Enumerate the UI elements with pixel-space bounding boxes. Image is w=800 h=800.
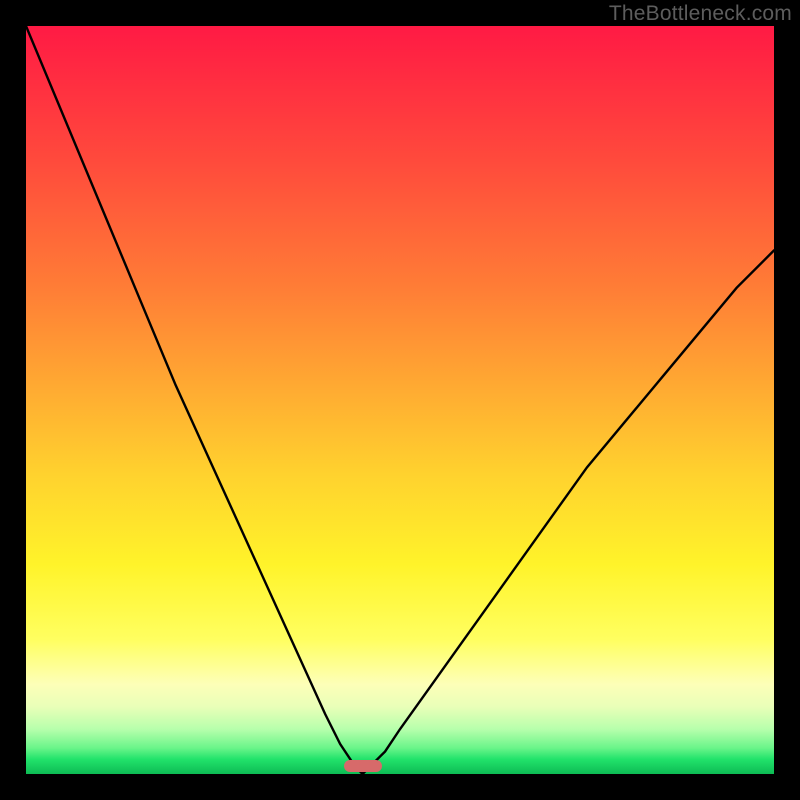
plot-area <box>26 26 774 774</box>
optimal-marker <box>344 760 382 772</box>
curve-svg <box>26 26 774 774</box>
watermark-text: TheBottleneck.com <box>609 2 792 26</box>
bottleneck-curve <box>26 26 774 774</box>
chart-frame: TheBottleneck.com <box>0 0 800 800</box>
